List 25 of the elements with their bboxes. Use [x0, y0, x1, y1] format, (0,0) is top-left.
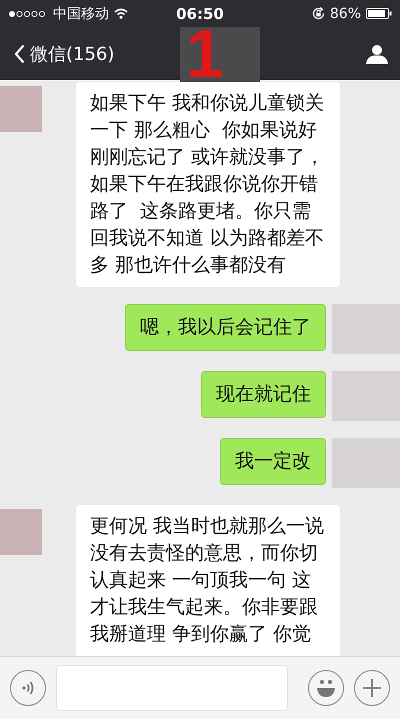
- emoji-button[interactable]: [308, 670, 344, 706]
- message-bubble: 现在就记住: [201, 371, 326, 418]
- contact-info-button[interactable]: [366, 44, 388, 64]
- rotation-lock-icon: [312, 7, 325, 20]
- voice-icon: [21, 680, 35, 696]
- message-bubble: 我一定改: [220, 438, 326, 485]
- message-bubble: 嗯，我以后会记住了: [125, 304, 326, 351]
- wifi-icon: [114, 8, 128, 19]
- carrier-name: 中国移动: [53, 4, 109, 22]
- back-link[interactable]: 微信(156): [14, 42, 114, 66]
- person-icon: [366, 44, 388, 64]
- signal-icon: [8, 10, 48, 18]
- message-bubble: 更何况 我当时也就那么一说没有去责怪的意思，而你切认真起来 一句顶我一句 这才让我生气起来。你非要跟我掰道理 争到你赢了 你觉: [76, 505, 340, 656]
- message-input-field[interactable]: [56, 665, 288, 711]
- battery-percent: 86%: [330, 6, 361, 22]
- message-bubble: 如果下午 我和你说儿童锁关一下 那么粗心 你如果说好刚刚忘记了 或许就没事了，如果下午在我跟你说你开错路了 这条路更堵。你只需回我说不知道 以为路都差不多 那也许什么事都没有: [76, 82, 340, 287]
- plus-icon: [362, 678, 382, 698]
- battery-icon: [366, 8, 392, 19]
- clock-time: 06:50: [176, 4, 224, 22]
- avatar-placeholder: [0, 86, 42, 132]
- chevron-left-icon: [14, 44, 25, 64]
- add-button[interactable]: [354, 670, 390, 706]
- avatar-placeholder: [0, 509, 42, 555]
- voice-button[interactable]: [10, 670, 46, 706]
- smiley-face-icon: [315, 678, 337, 698]
